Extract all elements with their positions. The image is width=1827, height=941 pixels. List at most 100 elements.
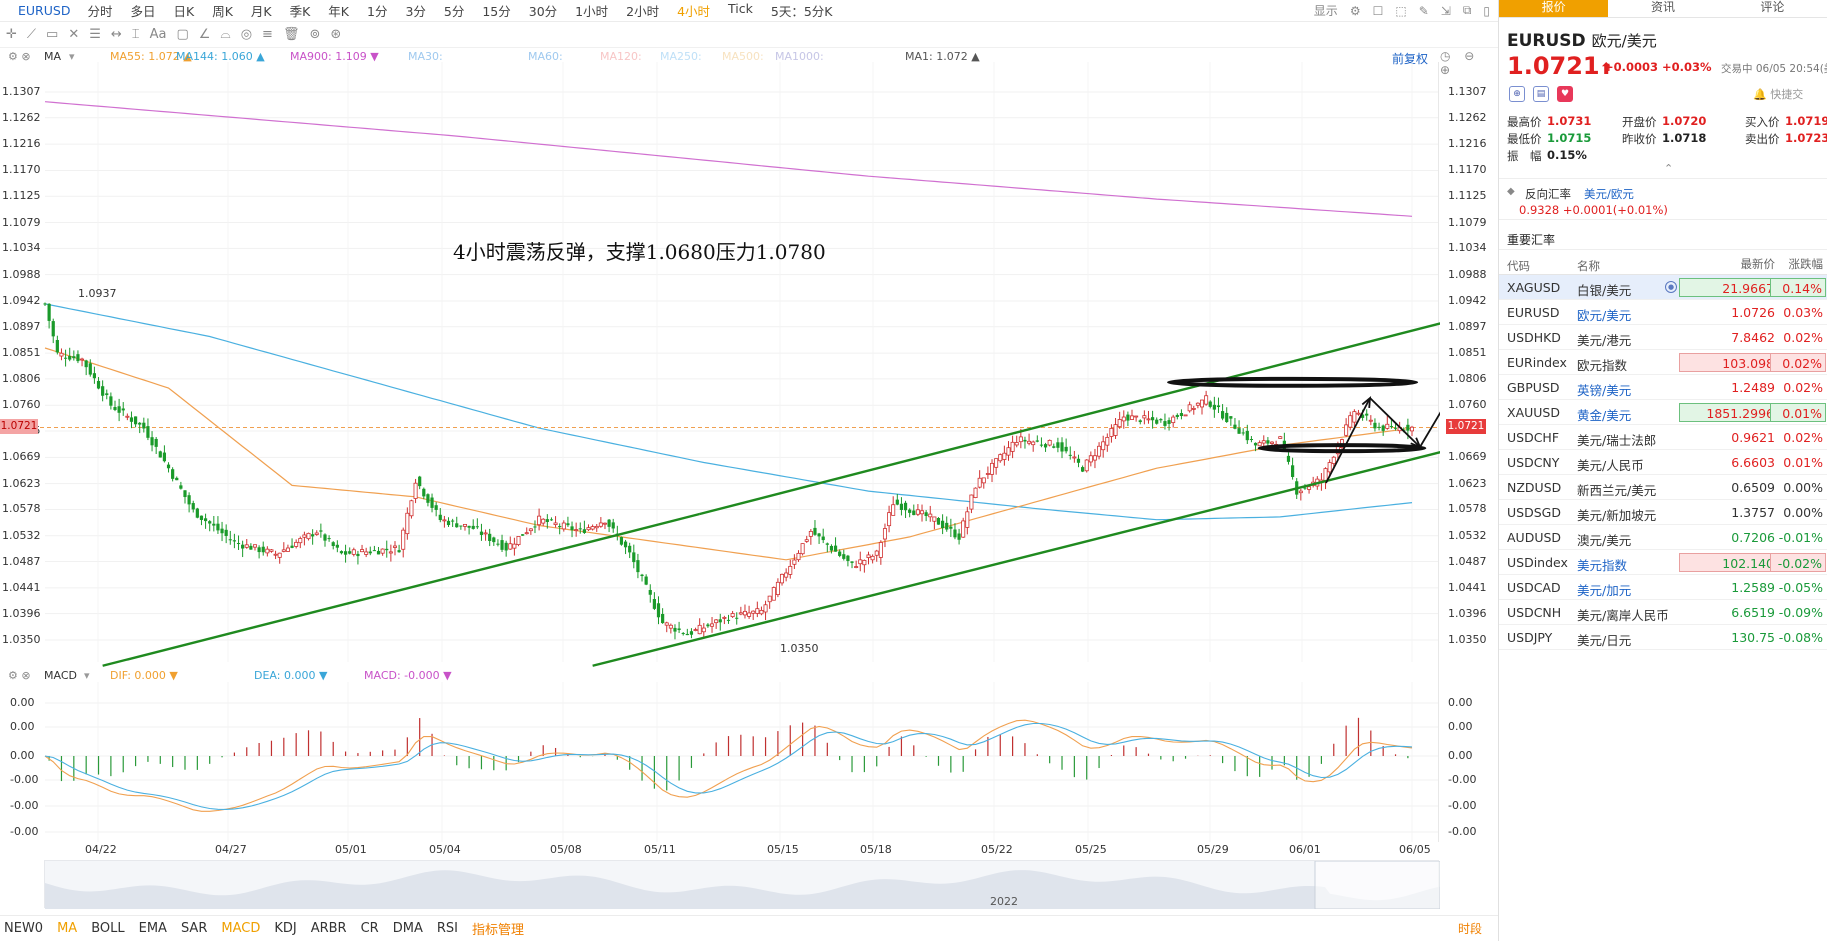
zoom-controls[interactable]: ◷ ⊖ ⊕ (1440, 49, 1498, 77)
period-tab-10[interactable]: 15分 (473, 1, 519, 20)
toolbar-icon-1[interactable]: ⚙ (1350, 4, 1361, 18)
table-row[interactable]: USDHKD 美元/港元 7.8462 0.02% (1499, 325, 1827, 350)
toolbar-icon-5[interactable]: ⇲ (1441, 4, 1451, 18)
heart-icon[interactable]: ♥ (1557, 86, 1573, 102)
indicator-sar[interactable]: SAR (181, 921, 207, 936)
draw-tool-icon-15[interactable]: ⊛ (330, 27, 341, 42)
chevron-down-icon[interactable]: ▾ (84, 669, 90, 682)
macd-settings-icon[interactable]: ⚙ ⊗ (8, 669, 31, 682)
table-row[interactable]: EURUSD 欧元/美元 1.0726 0.03% (1499, 300, 1827, 325)
indicator-rsi[interactable]: RSI (437, 921, 458, 936)
indicator-macd[interactable]: MACD (221, 921, 260, 936)
candle-body (541, 518, 546, 524)
quote-tab-1[interactable]: 资讯 (1608, 0, 1717, 17)
indicator-cr[interactable]: CR (361, 921, 379, 936)
toolbar-icon-2[interactable]: ☐ (1373, 4, 1384, 18)
candle-body (1105, 437, 1110, 446)
indicator-arbr[interactable]: ARBR (311, 921, 347, 936)
draw-tool-icon-11[interactable]: ◎ (241, 27, 252, 42)
draw-tool-icon-3[interactable]: ✕ (68, 27, 79, 42)
period-tab-7[interactable]: 1分 (358, 1, 396, 20)
indicator-manage-button[interactable]: 指标管理 (472, 919, 524, 938)
indicator-new0[interactable]: NEW0 (4, 921, 43, 936)
period-tab-4[interactable]: 月K (242, 1, 281, 20)
table-row[interactable]: NZDUSD 新西兰元/美元 0.6509 0.00% (1499, 475, 1827, 500)
period-tab-14[interactable]: 4小时 (668, 1, 719, 20)
period-tab-9[interactable]: 5分 (435, 1, 473, 20)
scroller-window[interactable] (1314, 860, 1441, 910)
table-row[interactable]: EURindex 欧元指数 103.098 0.02% (1499, 350, 1827, 375)
table-row[interactable]: USDSGD 美元/新加坡元 1.3757 0.00% (1499, 500, 1827, 525)
trendline-0[interactable] (102, 512, 700, 667)
table-row[interactable]: GBPUSD 英镑/美元 1.2489 0.02% (1499, 375, 1827, 400)
draw-tool-icon-13[interactable]: 🗑 (283, 27, 300, 42)
draw-tool-icon-4[interactable]: ☰ (89, 27, 101, 42)
fast-trade-button[interactable]: 🔔 快捷交 (1753, 86, 1803, 102)
period-tab-12[interactable]: 1小时 (566, 1, 617, 20)
indicator-ma[interactable]: MA (57, 921, 77, 936)
draw-tool-icon-0[interactable]: ✛ (6, 27, 17, 42)
table-row[interactable]: USDCNY 美元/人民币 6.6603 0.01% (1499, 450, 1827, 475)
indicator-boll[interactable]: BOLL (91, 921, 124, 936)
table-row[interactable]: XAUUSD 黄金/美元 1851.2996 0.01% (1499, 400, 1827, 425)
session-button[interactable]: 时段 (1458, 920, 1482, 937)
globe-icon[interactable]: ⊕ (1509, 86, 1525, 102)
period-tab-15[interactable]: Tick (719, 1, 762, 20)
column-header[interactable]: 代码 (1507, 258, 1571, 274)
trendline-1[interactable] (699, 301, 1440, 516)
draw-tool-icon-9[interactable]: ∠ (199, 27, 211, 42)
toolbar-icon-3[interactable]: ⬚ (1395, 4, 1406, 18)
x-tick: 04/22 (85, 843, 117, 856)
column-header[interactable]: 名称 (1577, 258, 1672, 274)
collapse-icon[interactable]: ⌃ (1664, 162, 1673, 175)
table-row[interactable]: AUDUSD 澳元/美元 0.7206 -0.01% (1499, 525, 1827, 550)
draw-tool-icon-5[interactable]: ↔ (111, 27, 122, 42)
period-tab-6[interactable]: 年K (319, 1, 358, 20)
candle-body (792, 559, 797, 565)
period-tab-11[interactable]: 30分 (520, 1, 566, 20)
toolbar-icon-6[interactable]: ⧉ (1463, 3, 1472, 18)
symbol-label[interactable]: EURUSD (0, 3, 78, 18)
draw-tool-icon-14[interactable]: ⊚ (309, 27, 320, 42)
period-tab-0[interactable]: 分时 (78, 1, 121, 20)
macd-chart[interactable] (0, 682, 1440, 842)
indicator-kdj[interactable]: KDJ (274, 921, 296, 936)
table-row[interactable]: USDCNH 美元/离岸人民币 6.6519 -0.09% (1499, 600, 1827, 625)
period-tab-2[interactable]: 日K (164, 1, 203, 20)
timeline-scroller[interactable] (44, 860, 1441, 910)
period-tab-3[interactable]: 周K (203, 1, 242, 20)
macd-label[interactable]: MACD (44, 669, 77, 682)
quote-tab-2[interactable]: 评论 (1718, 0, 1827, 17)
period-tab-16[interactable]: 5天：5分K (762, 1, 842, 20)
period-tab-5[interactable]: 季K (281, 1, 320, 20)
annotation-ellipse-0[interactable] (1167, 376, 1419, 388)
table-row[interactable]: XAGUSD 白银/美元 ● 21.9667 0.14% (1499, 275, 1827, 300)
table-row[interactable]: USDCAD 美元/加元 1.2589 -0.05% (1499, 575, 1827, 600)
draw-tool-icon-7[interactable]: Aa (150, 27, 167, 42)
indicator-dma[interactable]: DMA (393, 921, 423, 936)
quote-tab-0[interactable]: 报价 (1499, 0, 1609, 17)
draw-tool-icon-2[interactable]: ▭ (46, 27, 58, 42)
draw-tool-icon-8[interactable]: ▢ (176, 27, 188, 42)
candlestick-chart[interactable] (0, 62, 1440, 672)
toolbar-icon-4[interactable]: ✎ (1419, 4, 1429, 18)
period-tab-8[interactable]: 3分 (396, 1, 434, 20)
draw-tool-icon-10[interactable]: ⌓ (220, 27, 230, 42)
column-header[interactable]: 最新价 (1679, 255, 1779, 274)
x-tick: 05/08 (550, 843, 582, 856)
indicator-ema[interactable]: EMA (139, 921, 167, 936)
table-row[interactable]: USDindex 美元指数 102.140 -0.02% (1499, 550, 1827, 575)
table-row[interactable]: USDCHF 美元/瑞士法郎 0.9621 0.02% (1499, 425, 1827, 450)
toolbar-icon-7[interactable]: ▯ (1483, 4, 1490, 18)
draw-tool-icon-12[interactable]: ≡ (262, 27, 273, 42)
period-tab-13[interactable]: 2小时 (617, 1, 668, 20)
note-icon[interactable]: ▤ (1533, 86, 1549, 102)
reverse-pair[interactable]: 美元/欧元 (1584, 186, 1634, 202)
watch-icon[interactable]: ● (1665, 281, 1677, 293)
draw-tool-icon-6[interactable]: ⌶ (132, 27, 140, 42)
column-header[interactable]: 涨跌幅 (1770, 255, 1826, 274)
draw-tool-icon-1[interactable]: ⟋ (27, 27, 36, 42)
period-tab-1[interactable]: 多日 (121, 1, 164, 20)
table-row[interactable]: USDJPY 美元/日元 130.75 -0.08% (1499, 625, 1827, 650)
toolbar-icon-0[interactable]: 显示 (1314, 2, 1338, 19)
